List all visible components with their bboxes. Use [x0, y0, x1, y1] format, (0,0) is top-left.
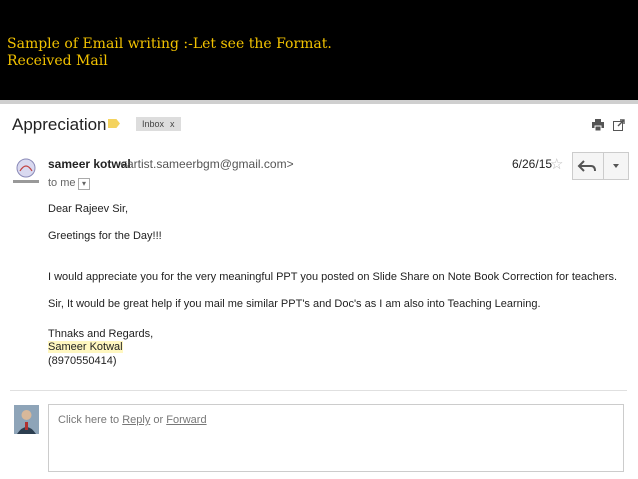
recipient-label: to me	[48, 177, 76, 189]
user-avatar	[14, 405, 39, 434]
sender-name: sameer kotwal	[48, 157, 131, 171]
recipient-details-chevron-icon[interactable]: ▾	[78, 178, 90, 190]
reply-divider	[10, 390, 627, 391]
inbox-label-chip[interactable]: Inbox x	[136, 117, 181, 131]
forward-link[interactable]: Forward	[166, 414, 206, 426]
email-paragraph-2: Sir, It would be great help if you mail …	[48, 298, 541, 310]
sender-avatar	[13, 158, 39, 183]
email-date: 6/26/15	[512, 157, 553, 171]
reply-compose-box[interactable]: Click here to Reply or Forward	[48, 404, 624, 472]
banner-title: Sample of Email writing :-Let see the Fo…	[7, 36, 332, 52]
reply-icon	[577, 160, 596, 172]
email-subject: Appreciation	[12, 115, 107, 134]
print-icon[interactable]	[592, 119, 604, 131]
new-window-icon[interactable]	[613, 119, 625, 131]
reply-prompt: Click here to Reply or Forward	[58, 414, 207, 426]
reply-prompt-prefix: Click here to	[58, 414, 123, 426]
more-options-button[interactable]	[603, 152, 629, 180]
email-signature-name: Sameer Kotwal	[48, 341, 123, 353]
important-marker-icon[interactable]	[108, 119, 120, 128]
email-paragraph-1: I would appreciate you for the very mean…	[48, 271, 618, 283]
reply-link[interactable]: Reply	[122, 414, 150, 426]
email-signature-phone: (8970550414)	[48, 355, 117, 367]
chevron-down-icon	[613, 164, 619, 168]
inbox-label-text: Inbox	[142, 119, 165, 129]
email-line-greetings: Greetings for the Day!!!	[48, 230, 162, 242]
star-icon[interactable]: ☆	[550, 155, 563, 173]
reply-button[interactable]	[572, 152, 604, 180]
banner-subtitle: Received Mail	[7, 53, 108, 69]
email-greeting: Dear Rajeev Sir,	[48, 203, 129, 215]
email-closing: Thnaks and Regards,	[48, 328, 154, 340]
reply-prompt-or: or	[150, 414, 167, 426]
remove-label-icon[interactable]: x	[170, 119, 175, 129]
banner-divider	[0, 100, 638, 104]
slide-banner: Sample of Email writing :-Let see the Fo…	[0, 0, 638, 100]
sender-email: <artist.sameerbgm@gmail.com>	[120, 157, 294, 171]
